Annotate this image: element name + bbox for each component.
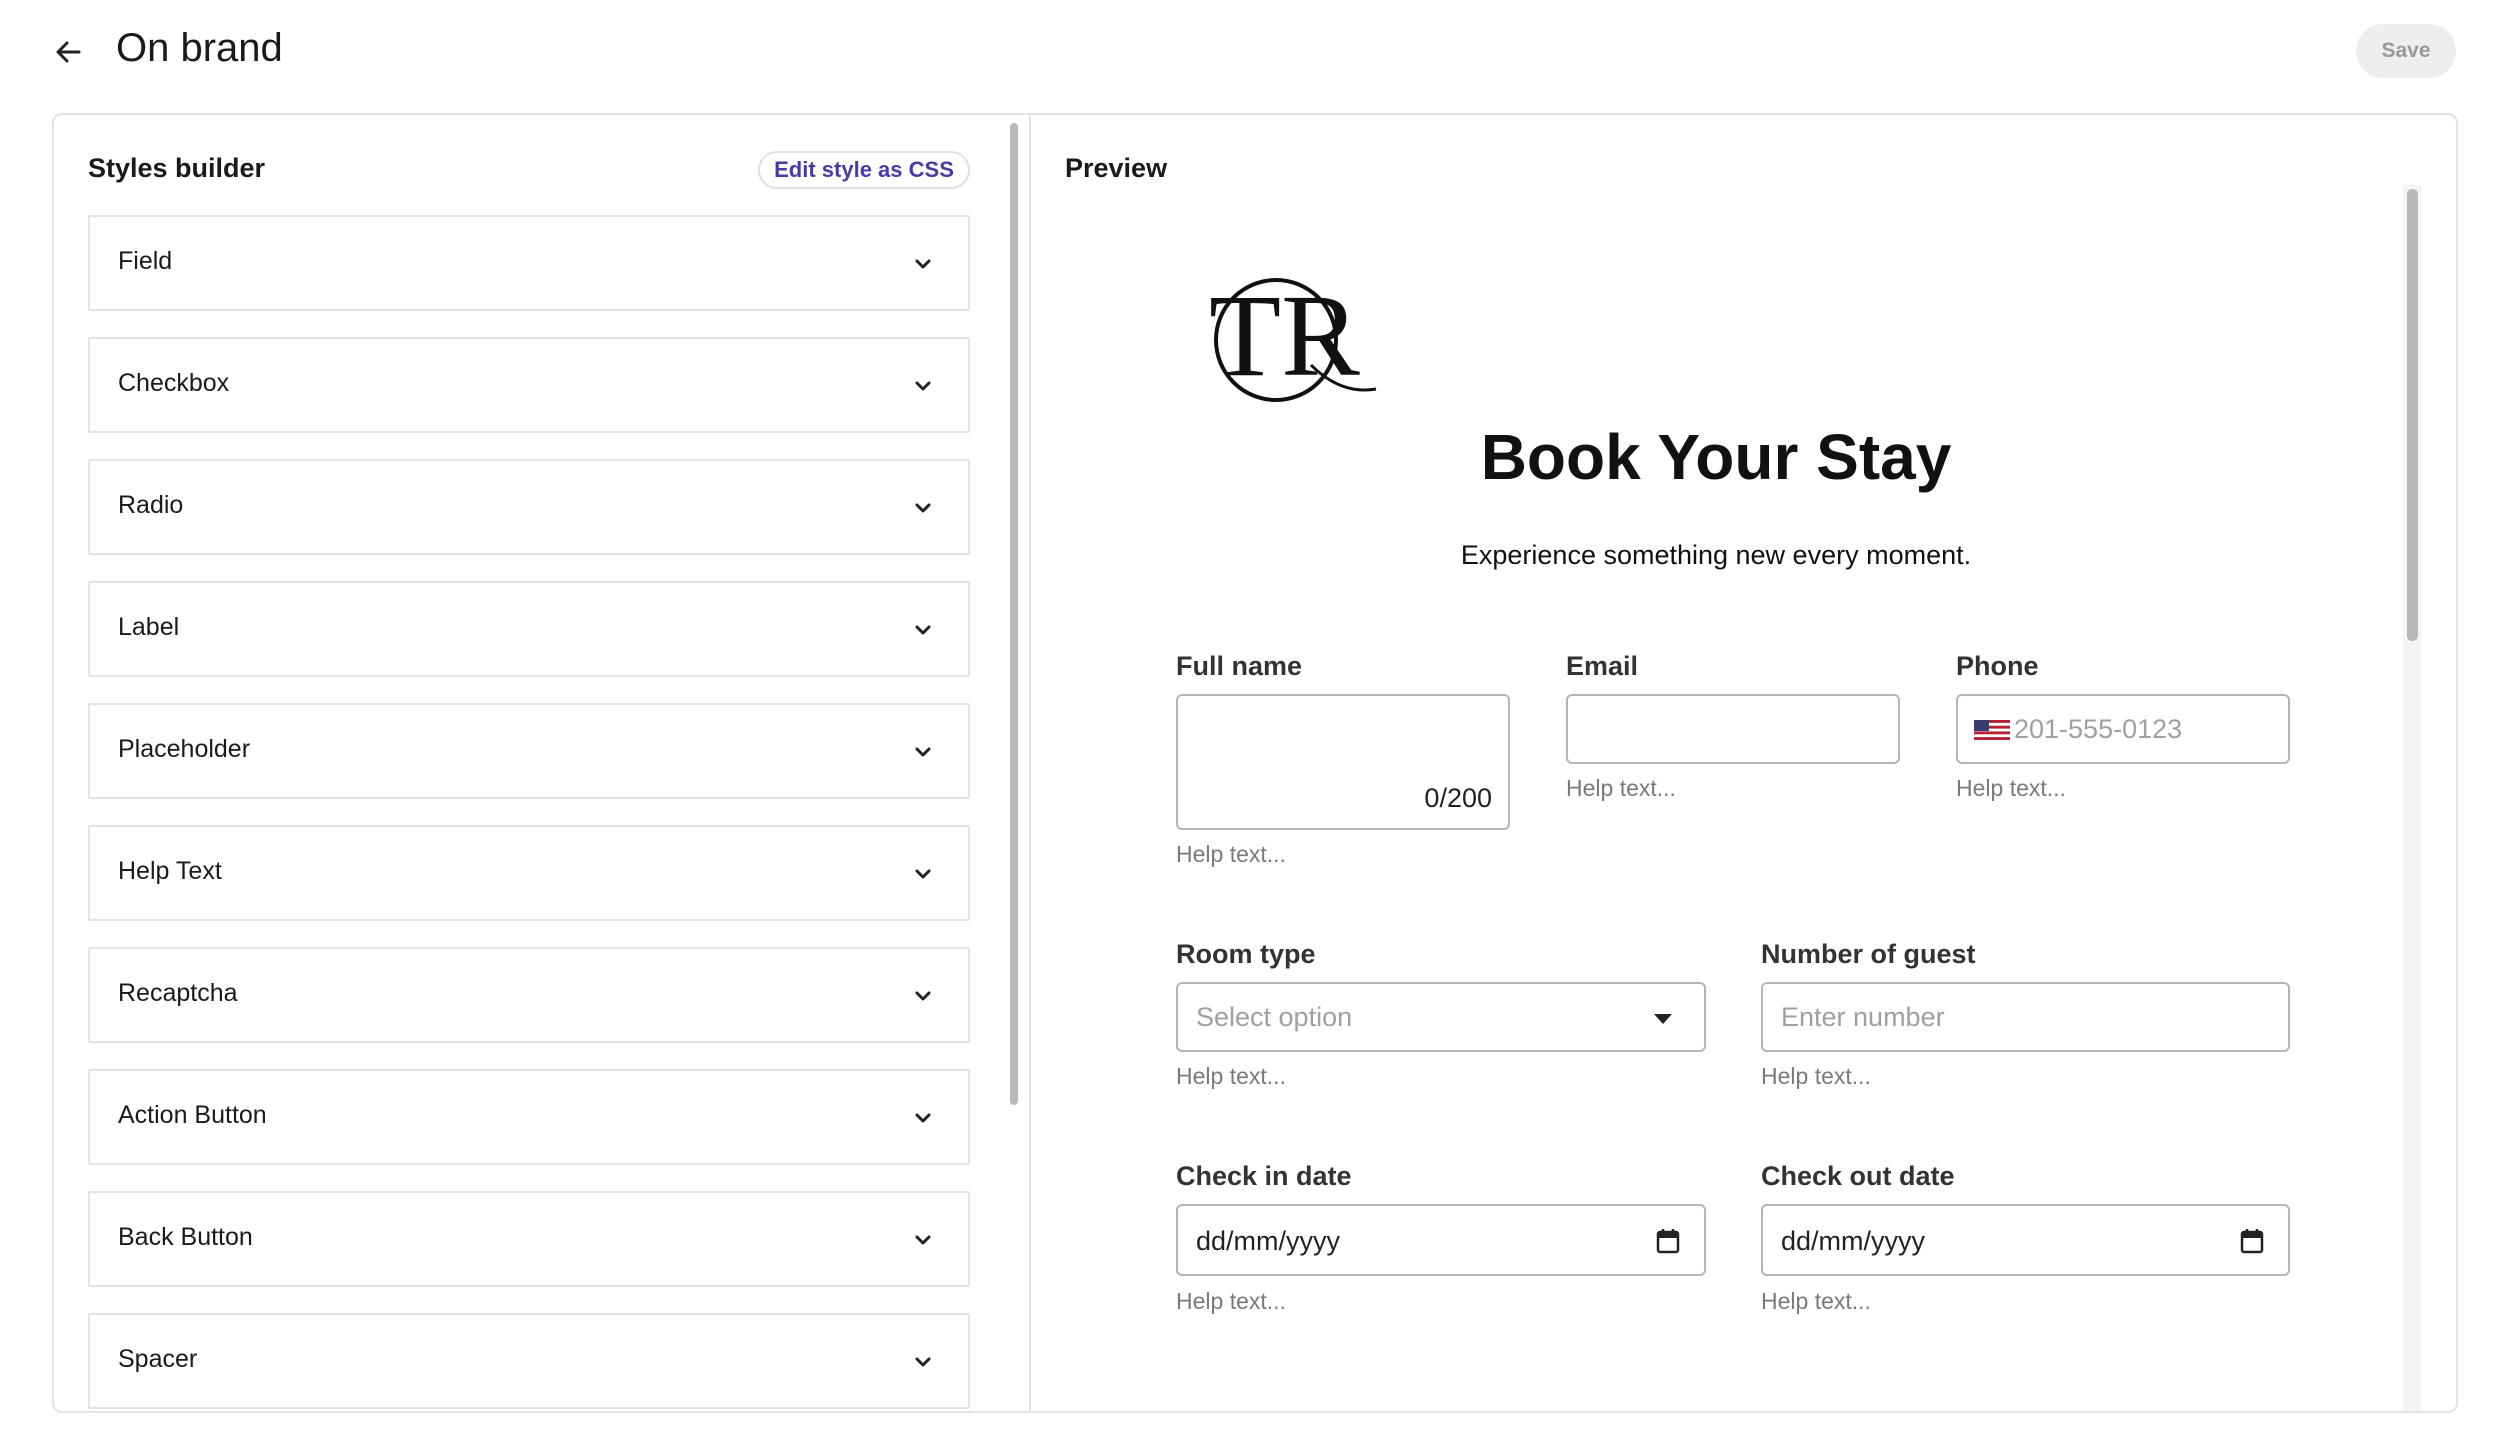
room-type-placeholder: Select option — [1196, 1002, 1353, 1032]
preview-title: Preview — [1065, 153, 1168, 183]
page-title: On brand — [116, 26, 283, 70]
calendar-icon[interactable] — [1656, 1228, 1680, 1254]
accordion-label: Spacer — [118, 1345, 198, 1373]
save-button[interactable]: Save — [2356, 24, 2456, 78]
form-title: Book Your Stay — [1480, 421, 1952, 493]
accordion-label: Label — [118, 613, 180, 641]
full-name-help: Help text... — [1176, 841, 1286, 867]
check-in-date-input[interactable]: dd/mm/yyyy — [1176, 1204, 1706, 1276]
room-type-select[interactable]: Select option — [1176, 982, 1706, 1052]
accordion-field[interactable]: Field — [88, 215, 970, 311]
back-arrow-icon[interactable] — [48, 32, 88, 72]
chevron-down-icon — [915, 991, 931, 1001]
styles-builder-panel: Styles builder Edit style as CSS Field C… — [54, 115, 1029, 1411]
accordion-placeholder[interactable]: Placeholder — [88, 703, 970, 799]
left-panel-scrollbar[interactable] — [1010, 123, 1018, 1105]
chevron-down-icon — [915, 381, 931, 391]
phone-placeholder: 201-555-0123 — [2014, 714, 2183, 744]
full-name-label: Full name — [1176, 651, 1303, 681]
accordion-label: Field — [118, 247, 173, 275]
chevron-down-icon — [915, 625, 931, 635]
accordion-back-button[interactable]: Back Button — [88, 1191, 970, 1287]
chevron-down-icon — [915, 747, 931, 757]
svg-text:TR: TR — [1209, 270, 1360, 401]
accordion-label: Recaptcha — [118, 979, 238, 1007]
accordion-spacer[interactable]: Spacer — [88, 1313, 970, 1409]
check-in-help: Help text... — [1176, 1288, 1286, 1314]
preview-panel: Preview TR Book Your Stay Experience som… — [1031, 115, 2456, 1411]
accordion-radio[interactable]: Radio — [88, 459, 970, 555]
accordion-label: Back Button — [118, 1223, 253, 1251]
accordion-label: Action Button — [118, 1101, 267, 1129]
form-subtitle: Experience something new every moment. — [1460, 540, 1972, 570]
accordion-help-text[interactable]: Help Text — [88, 825, 970, 921]
accordion-recaptcha[interactable]: Recaptcha — [88, 947, 970, 1043]
email-help: Help text... — [1566, 775, 1676, 801]
top-bar: On brand Save — [0, 0, 2500, 104]
chevron-down-icon — [915, 869, 931, 879]
guests-placeholder: Enter number — [1781, 1002, 1945, 1032]
accordion-action-button[interactable]: Action Button — [88, 1069, 970, 1165]
styles-builder-title: Styles builder — [88, 153, 266, 183]
check-out-date-value: dd/mm/yyyy — [1781, 1226, 1926, 1256]
brand-logo: TR — [1209, 270, 1377, 402]
check-in-date-value: dd/mm/yyyy — [1196, 1226, 1341, 1256]
phone-help: Help text... — [1956, 775, 2066, 801]
chevron-down-icon — [915, 1235, 931, 1245]
caret-down-icon — [1654, 1014, 1672, 1024]
calendar-icon[interactable] — [2240, 1228, 2264, 1254]
guests-label: Number of guest — [1761, 939, 1976, 969]
preview-scrollbar[interactable] — [2407, 189, 2418, 641]
phone-label: Phone — [1956, 651, 2039, 681]
accordion-label-style[interactable]: Label — [88, 581, 970, 677]
character-counter: 0/200 — [1424, 783, 1492, 813]
main-card: Styles builder Edit style as CSS Field C… — [52, 113, 2458, 1413]
accordion-label: Radio — [118, 491, 184, 519]
check-out-date-input[interactable]: dd/mm/yyyy — [1761, 1204, 2290, 1276]
guests-number-input[interactable]: Enter number — [1761, 982, 2290, 1052]
room-type-label: Room type — [1176, 939, 1316, 969]
accordion-label: Help Text — [118, 857, 222, 885]
edit-style-as-css-button[interactable]: Edit style as CSS — [758, 151, 970, 189]
room-type-help: Help text... — [1176, 1063, 1286, 1089]
chevron-down-icon — [915, 503, 931, 513]
accordion-label: Checkbox — [118, 369, 230, 397]
check-out-label: Check out date — [1761, 1161, 1955, 1191]
chevron-down-icon — [915, 1357, 931, 1367]
style-accordion-list: Field Checkbox Radio Label Placeholder H… — [88, 215, 970, 1411]
accordion-checkbox[interactable]: Checkbox — [88, 337, 970, 433]
chevron-down-icon — [915, 1113, 931, 1123]
chevron-down-icon — [915, 259, 931, 269]
guests-help: Help text... — [1761, 1063, 1871, 1089]
full-name-textarea[interactable]: 0/200 — [1176, 694, 1510, 830]
accordion-label: Placeholder — [118, 735, 251, 763]
check-in-label: Check in date — [1176, 1161, 1352, 1191]
email-field[interactable] — [1566, 694, 1900, 764]
us-flag-icon[interactable] — [1974, 720, 2010, 740]
phone-field[interactable]: 201-555-0123 — [1956, 694, 2290, 764]
email-label: Email — [1566, 651, 1639, 681]
check-out-help: Help text... — [1761, 1288, 1871, 1314]
